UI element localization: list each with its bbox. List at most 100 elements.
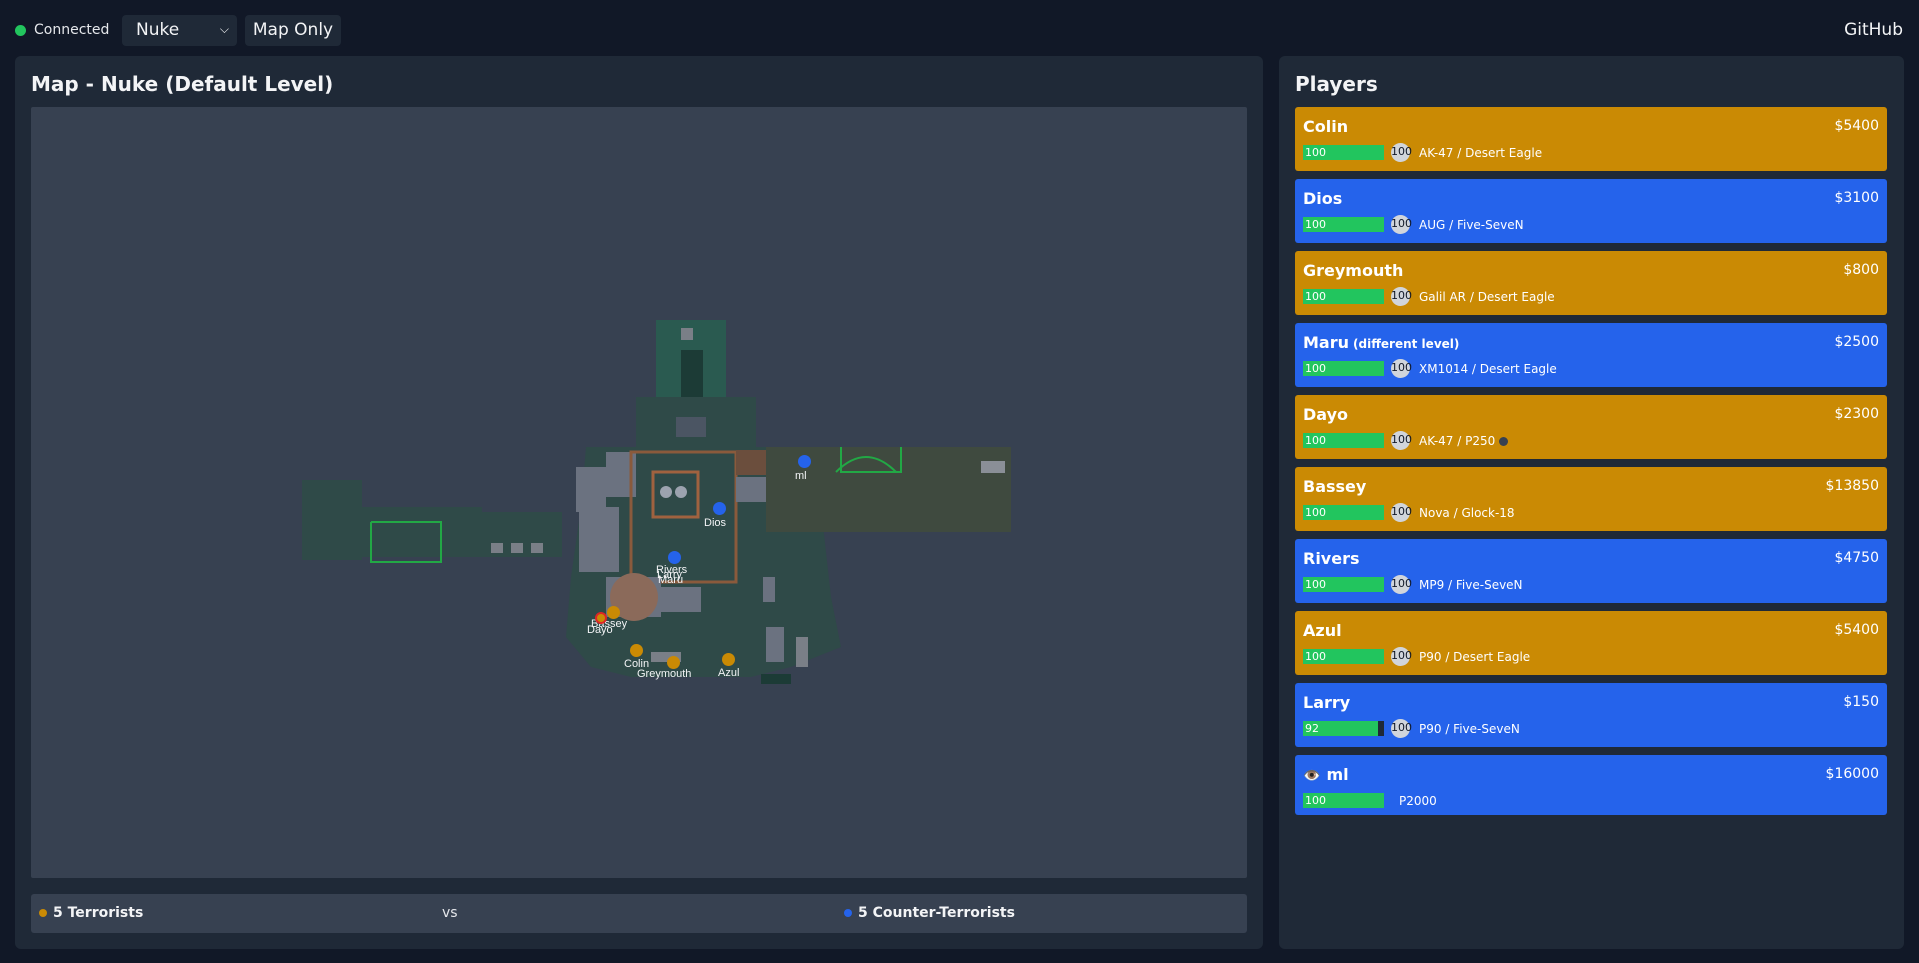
player-money: $5400	[1834, 622, 1879, 638]
health-value: 100	[1305, 434, 1326, 447]
map-select[interactable]: Nuke ⌵	[122, 15, 237, 46]
eye-icon: 👁️	[1303, 768, 1321, 784]
player-money: $2300	[1834, 406, 1879, 422]
health-bar: 100	[1303, 361, 1384, 376]
marker-label: Dayo	[587, 624, 613, 636]
players-panel: Players Colin $5400 100 100 AK-47 / Dese…	[1279, 56, 1904, 949]
player-weapons: AUG / Five-SeveN	[1419, 218, 1524, 232]
player-money: $5400	[1834, 118, 1879, 134]
map-floorplan	[302, 320, 1011, 684]
marker-dot-icon	[668, 551, 681, 564]
player-name: Maru (different level)	[1303, 333, 1459, 352]
player-card[interactable]: 👁️ ml $16000 100 P2000	[1295, 755, 1887, 815]
players-title: Players	[1295, 72, 1378, 96]
player-weapons-row: AK-47 / P250	[1419, 434, 1509, 448]
player-card[interactable]: Azul $5400 100 100 P90 / Desert Eagle	[1295, 611, 1887, 675]
player-weapons: XM1014 / Desert Eagle	[1419, 362, 1557, 376]
player-weapons: P2000	[1399, 794, 1437, 808]
player-level-note: (different level)	[1353, 337, 1460, 351]
player-name: Greymouth	[1303, 261, 1404, 280]
github-link[interactable]: GitHub	[1844, 20, 1903, 40]
player-money: $3100	[1834, 190, 1879, 206]
marker-label: Greymouth	[637, 668, 692, 680]
player-name: Colin	[1303, 117, 1349, 136]
player-name: Bassey	[1303, 477, 1367, 496]
vs-label: vs	[442, 905, 458, 921]
armor-icon: 100	[1391, 719, 1412, 738]
player-card[interactable]: Dayo $2300 100 100 AK-47 / P250	[1295, 395, 1887, 459]
health-bar: 100	[1303, 649, 1384, 664]
bomb-icon	[1499, 437, 1509, 446]
top-bar: Connected Nuke ⌵ Map Only GitHub	[0, 0, 1919, 56]
health-value: 100	[1305, 362, 1326, 375]
chevron-down-icon: ⌵	[219, 22, 229, 36]
radar-map[interactable]: ml Dios Rivers Larry Maru Bassey Dayo Co…	[31, 107, 1247, 878]
player-name: Dios	[1303, 189, 1343, 208]
marker-dot-icon	[630, 644, 643, 657]
player-weapons: Galil AR / Desert Eagle	[1419, 290, 1555, 304]
terrorists-count: 5 Terrorists	[39, 905, 143, 921]
armor-icon: 100	[1391, 431, 1412, 450]
marker-label: Maru	[658, 574, 684, 586]
player-list: Colin $5400 100 100 AK-47 / Desert Eagle…	[1295, 107, 1887, 823]
armor-icon: 100	[1391, 647, 1412, 666]
marker-dot-icon	[722, 653, 735, 666]
ct-dot-icon	[844, 909, 852, 917]
health-value: 100	[1305, 146, 1326, 159]
player-weapons: P90 / Five-SeveN	[1419, 722, 1520, 736]
health-value: 100	[1305, 794, 1326, 807]
armor-icon: 100	[1391, 575, 1412, 594]
health-value: 100	[1305, 578, 1326, 591]
player-money: $16000	[1825, 766, 1879, 782]
marker-dot-icon	[798, 455, 811, 468]
player-weapons: AK-47 / Desert Eagle	[1419, 146, 1543, 160]
marker-dot-icon	[595, 612, 607, 624]
health-value: 100	[1305, 506, 1326, 519]
health-value: 100	[1305, 218, 1326, 231]
armor-icon: 100	[1391, 287, 1412, 306]
player-card[interactable]: Bassey $13850 100 100 Nova / Glock-18	[1295, 467, 1887, 531]
armor-icon: 100	[1391, 503, 1412, 522]
marker-dot-icon	[713, 502, 726, 515]
player-weapons: P90 / Desert Eagle	[1419, 650, 1531, 664]
player-weapons: AK-47 / P250	[1419, 434, 1496, 448]
player-name-text: ml	[1326, 765, 1349, 784]
status-label: Connected	[34, 22, 110, 38]
terrorist-dot-icon	[39, 909, 47, 917]
player-card[interactable]: Dios $3100 100 100 AUG / Five-SeveN	[1295, 179, 1887, 243]
marker-label: Dios	[704, 517, 727, 529]
health-value: 100	[1305, 290, 1326, 303]
ct-count: 5 Counter-Terrorists	[844, 905, 1015, 921]
player-name: Dayo	[1303, 405, 1349, 424]
player-weapons: MP9 / Five-SeveN	[1419, 578, 1523, 592]
player-name: Larry	[1303, 693, 1351, 712]
player-money: $2500	[1834, 334, 1879, 350]
health-bar: 100	[1303, 433, 1384, 448]
team-summary-bar: 5 Terrorists vs 5 Counter-Terrorists	[31, 894, 1247, 933]
player-money: $4750	[1834, 550, 1879, 566]
player-card[interactable]: Maru (different level) $2500 100 100 XM10…	[1295, 323, 1887, 387]
player-money: $150	[1843, 694, 1879, 710]
map-title: Map - Nuke (Default Level)	[31, 72, 334, 96]
marker-label: ml	[795, 470, 807, 482]
health-bar: 100	[1303, 289, 1384, 304]
health-value: 92	[1305, 722, 1319, 735]
health-bar: 100	[1303, 145, 1384, 160]
player-card[interactable]: Rivers $4750 100 100 MP9 / Five-SeveN	[1295, 539, 1887, 603]
health-bar: 100	[1303, 793, 1384, 808]
armor-icon: 100	[1391, 215, 1412, 234]
health-value: 100	[1305, 650, 1326, 663]
player-card[interactable]: Colin $5400 100 100 AK-47 / Desert Eagle	[1295, 107, 1887, 171]
health-bar: 100	[1303, 217, 1384, 232]
player-card[interactable]: Greymouth $800 100 100 Galil AR / Desert…	[1295, 251, 1887, 315]
armor-icon: 100	[1391, 143, 1412, 162]
player-money: $800	[1843, 262, 1879, 278]
status-dot-icon	[15, 24, 26, 36]
player-money: $13850	[1825, 478, 1879, 494]
map-layout-graphic	[302, 320, 1011, 684]
player-name: Azul	[1303, 621, 1342, 640]
map-only-button[interactable]: Map Only	[245, 15, 341, 46]
player-card[interactable]: Larry $150 92 100 P90 / Five-SeveN	[1295, 683, 1887, 747]
marker-label: Azul	[718, 667, 740, 679]
health-bar: 92	[1303, 721, 1384, 736]
